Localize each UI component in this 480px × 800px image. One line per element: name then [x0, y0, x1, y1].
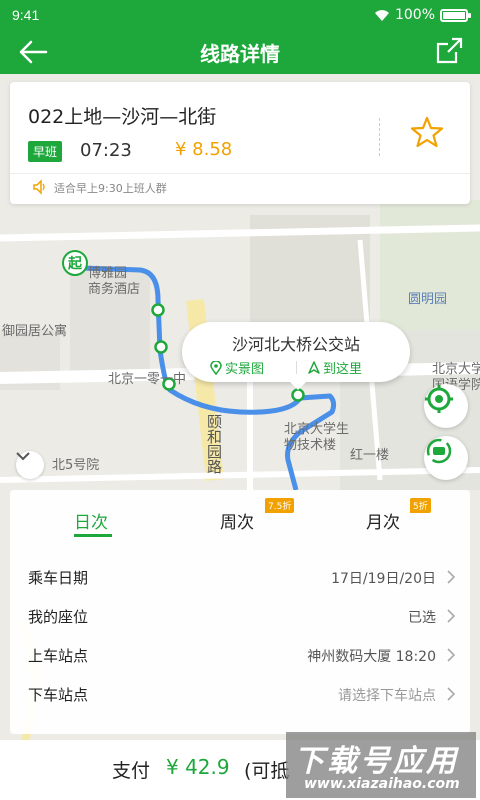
page-title: 线路详情: [200, 41, 280, 66]
collapse-map-button[interactable]: [16, 451, 44, 479]
ride-date-label: 乘车日期: [28, 569, 89, 587]
speaker-icon: [33, 179, 45, 195]
early-shift-badge: 早班: [28, 141, 63, 162]
chevron-down-icon: [16, 452, 30, 461]
bus-locate-button[interactable]: [424, 436, 468, 480]
stop-popup[interactable]: 沙河北大桥公交站 实景图 到这里: [182, 322, 410, 390]
alighting-stop-label: 下车站点: [28, 686, 89, 704]
navigate-here-label: 到这里: [323, 362, 363, 377]
map-label-garden: 圆明园: [408, 292, 448, 307]
chevron-right-icon: [447, 648, 456, 662]
watermark: 下载号应用 www.xiazaihao.com: [286, 732, 476, 798]
watermark-url: www.xiazaihao.com: [304, 776, 460, 792]
map-label-bei5: 北5号院: [52, 458, 100, 473]
seat-label: 我的座位: [28, 608, 89, 626]
ticket-tabs: 日次 周次 7.5折 月次 5折: [10, 490, 470, 550]
status-time: 9:41: [12, 7, 40, 23]
pay-amount: ¥ 42.9: [166, 755, 230, 779]
status-right: 100%: [374, 7, 471, 23]
pay-deduct-note: (可抵: [244, 760, 290, 782]
route-tip: 适合早上9:30上班人群: [54, 182, 167, 195]
street-view-button[interactable]: 实景图: [210, 358, 264, 377]
map-label-red: 红一楼: [350, 448, 390, 463]
map-label-road-2: 颐和园路: [205, 414, 223, 474]
card-separator: [10, 173, 470, 174]
start-marker[interactable]: 起: [62, 250, 88, 276]
booking-panel: 日次 周次 7.5折 月次 5折 乘车日期 17日/19日/20日 我的座位 已…: [10, 490, 470, 734]
map-label-pku-tech-2: 物技术楼: [284, 438, 337, 453]
battery-icon: [440, 8, 471, 22]
tab-weekly[interactable]: 周次: [220, 508, 254, 533]
card-divider: [379, 118, 380, 156]
map-label-house: 御园居公寓: [2, 324, 68, 339]
pay-label: 支付: [112, 760, 151, 782]
navigate-here-button[interactable]: 到这里: [308, 358, 362, 377]
weekly-discount-badge: 7.5折: [265, 498, 295, 513]
boarding-stop-row[interactable]: 上车站点 神州数码大厦 18:20: [10, 635, 470, 675]
status-bar: 9:41 100%: [0, 0, 480, 30]
popup-separator: [296, 361, 297, 374]
ride-date-value: 17日/19日/20日: [331, 571, 436, 587]
wifi-icon: [374, 9, 389, 21]
ride-date-row[interactable]: 乘车日期 17日/19日/20日: [10, 557, 470, 597]
map-label-road: 北京一零一中: [108, 372, 187, 387]
chevron-right-icon: [447, 609, 456, 623]
start-marker-label: 起: [68, 256, 82, 272]
active-tab-indicator: [74, 534, 112, 537]
route-info-card: 022上地—沙河—北街 早班 07:23 ¥ 8.58 适合早上9:30上班人群: [10, 82, 470, 204]
locate-button[interactable]: [424, 384, 468, 428]
alighting-stop-value: 请选择下车站点: [338, 688, 436, 704]
boarding-stop-label: 上车站点: [28, 647, 89, 665]
route-name: 022上地—沙河—北街: [28, 106, 217, 128]
battery-percent: 100%: [394, 7, 435, 23]
map-label-hotel-2: 商务酒店: [88, 282, 141, 297]
location-pin-icon: [210, 360, 222, 375]
chevron-right-icon: [447, 570, 456, 584]
chevron-right-icon: [447, 687, 456, 701]
navigate-icon: [308, 361, 320, 374]
tab-daily[interactable]: 日次: [74, 508, 108, 533]
boarding-stop-value: 神州数码大厦 18:20: [307, 649, 436, 665]
seat-row[interactable]: 我的座位 已选: [10, 596, 470, 636]
back-arrow-icon[interactable]: [18, 38, 48, 66]
tab-monthly[interactable]: 月次: [366, 508, 400, 533]
popup-stop-name: 沙河北大桥公交站: [231, 335, 360, 354]
seat-value: 已选: [408, 610, 436, 626]
watermark-title: 下载号应用: [294, 744, 459, 779]
nav-bar: 线路详情: [0, 30, 480, 74]
share-icon[interactable]: [434, 36, 464, 66]
monthly-discount-badge: 5折: [410, 498, 431, 513]
route-price: ¥ 8.58: [175, 139, 233, 160]
bus-refresh-icon: [426, 438, 452, 464]
street-view-label: 实景图: [225, 362, 265, 377]
alighting-stop-row[interactable]: 下车站点 请选择下车站点: [10, 674, 470, 714]
locate-icon: [425, 385, 453, 413]
star-icon[interactable]: [410, 115, 444, 149]
route-departure-time: 07:23: [80, 140, 132, 161]
